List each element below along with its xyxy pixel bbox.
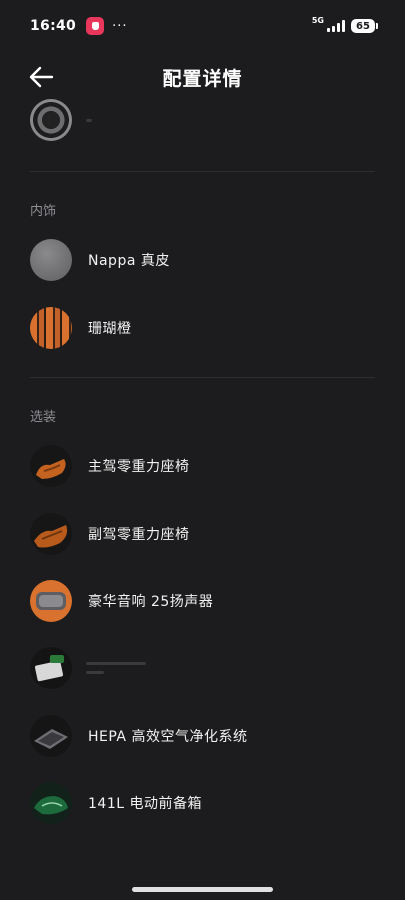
list-item-label: 豪华音响 25扬声器	[88, 594, 214, 610]
battery-level: 65	[356, 20, 370, 32]
device-thumbnail	[30, 647, 72, 689]
list-item-label: 副驾零重力座椅	[88, 527, 190, 543]
list-item-premium-audio[interactable]: 豪华音响 25扬声器	[30, 579, 375, 623]
signal-icon	[327, 20, 345, 32]
list-item-hepa-air-purifier[interactable]: HEPA 高效空气净化系统	[30, 714, 375, 758]
battery-icon: 65	[351, 19, 378, 33]
passenger-seat-thumbnail	[30, 513, 72, 555]
page-title: 配置详情	[162, 68, 243, 90]
blurred-label	[86, 118, 92, 122]
blurred-label	[86, 662, 146, 674]
coral-orange-swatch	[30, 307, 72, 349]
frunk-thumbnail	[30, 782, 72, 824]
list-item-label: HEPA 高效空气净化系统	[88, 729, 248, 745]
more-notifications-indicator: ···	[112, 18, 128, 34]
gray-leather-swatch	[30, 239, 72, 281]
list-item-label: Nappa 真皮	[88, 253, 170, 269]
list-item-passenger-zero-gravity-seat[interactable]: 副驾零重力座椅	[30, 512, 375, 556]
list-item-label: 珊瑚橙	[88, 321, 132, 337]
speaker-thumbnail	[30, 580, 72, 622]
list-item-steering-wheel[interactable]	[30, 98, 375, 142]
driver-seat-thumbnail	[30, 445, 72, 487]
app-header: 配置详情	[0, 52, 405, 102]
network-type: 5G	[311, 16, 324, 25]
status-time: 16:40	[30, 18, 77, 34]
list-item-electric-frunk[interactable]: 141L 电动前备箱	[30, 781, 375, 825]
home-indicator[interactable]	[132, 887, 273, 892]
section-title-options: 选装	[30, 410, 57, 425]
steering-wheel-thumbnail	[30, 99, 72, 141]
section-title-interior: 内饰	[30, 204, 57, 219]
list-item-nappa-leather[interactable]: Nappa 真皮	[30, 238, 375, 282]
list-item-driver-zero-gravity-seat[interactable]: 主驾零重力座椅	[30, 444, 375, 488]
list-item-label: 主驾零重力座椅	[88, 459, 190, 475]
notification-app-icon	[86, 17, 105, 35]
divider	[30, 171, 375, 172]
list-item-coral-orange[interactable]: 珊瑚橙	[30, 306, 375, 350]
status-bar: 16:40 ··· 5G 65	[0, 0, 405, 52]
air-filter-thumbnail	[30, 715, 72, 757]
list-item-blurred-option[interactable]	[30, 646, 375, 690]
list-item-label: 141L 电动前备箱	[88, 796, 202, 812]
divider	[30, 377, 375, 378]
